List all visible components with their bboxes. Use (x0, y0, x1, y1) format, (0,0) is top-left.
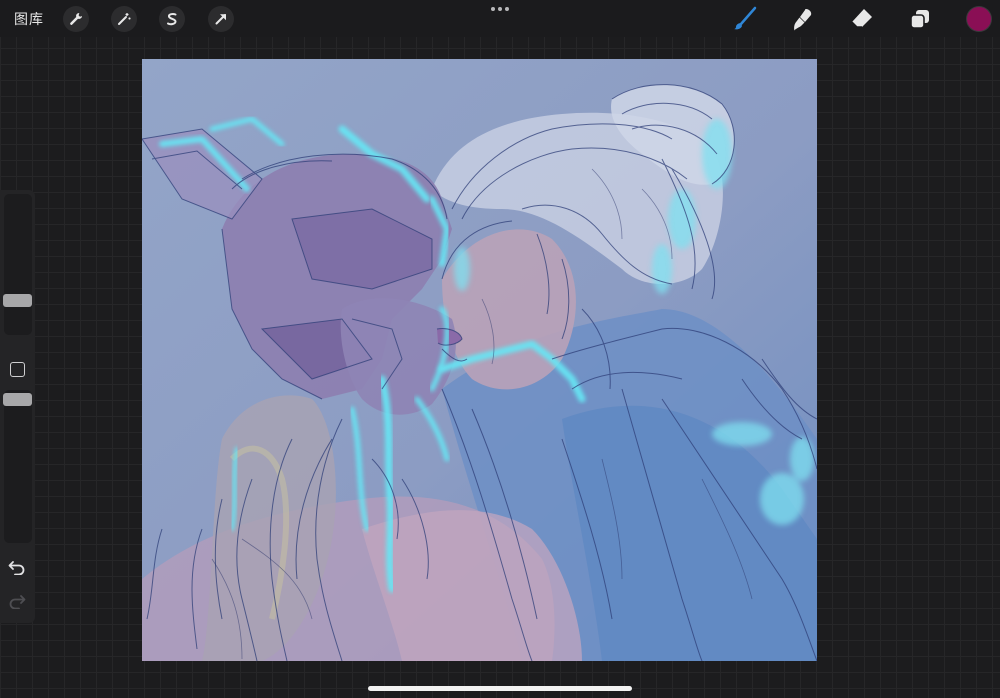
artwork-sketch (142, 59, 817, 661)
brush-size-slider-thumb[interactable] (3, 294, 32, 307)
color-picker-button[interactable] (967, 7, 991, 31)
brush-icon[interactable] (732, 6, 758, 32)
home-indicator (368, 686, 632, 691)
drawing-canvas[interactable] (142, 59, 817, 661)
top-toolbar: 图库 (0, 0, 1000, 37)
smudge-icon[interactable] (790, 6, 816, 32)
opacity-slider-thumb[interactable] (3, 393, 32, 406)
actions-wrench-icon[interactable] (63, 6, 89, 32)
left-sidebar (0, 190, 35, 623)
selection-s-icon[interactable] (159, 6, 185, 32)
adjustments-magic-wand-icon[interactable] (111, 6, 137, 32)
square-modify-icon[interactable] (10, 362, 25, 377)
eraser-icon[interactable] (849, 6, 875, 32)
opacity-slider[interactable] (3, 390, 32, 543)
layers-icon[interactable] (907, 6, 933, 32)
redo-icon[interactable] (8, 593, 26, 609)
undo-icon[interactable] (8, 559, 26, 575)
brush-size-slider[interactable] (3, 194, 32, 335)
more-options-dots-icon[interactable] (489, 4, 511, 14)
gallery-link[interactable]: 图库 (14, 9, 44, 29)
transform-arrow-icon[interactable] (208, 6, 234, 32)
